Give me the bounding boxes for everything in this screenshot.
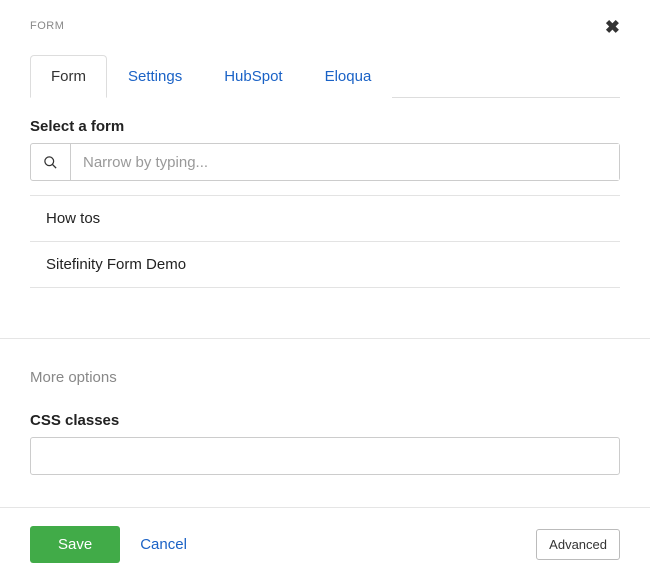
css-classes-input[interactable] xyxy=(30,437,620,475)
dialog-title: FORM xyxy=(30,20,64,32)
tab-eloqua[interactable]: Eloqua xyxy=(304,55,393,98)
close-icon[interactable]: ✖ xyxy=(605,18,620,36)
tabs: Form Settings HubSpot Eloqua xyxy=(30,54,620,98)
css-classes-label: CSS classes xyxy=(30,412,620,429)
form-list: How tos Sitefinity Form Demo xyxy=(30,195,620,288)
list-item[interactable]: Sitefinity Form Demo xyxy=(30,241,620,288)
more-options-section: More options CSS classes xyxy=(30,339,620,475)
more-options-label: More options xyxy=(30,369,620,386)
save-button[interactable]: Save xyxy=(30,526,120,563)
advanced-button[interactable]: Advanced xyxy=(536,529,620,560)
dialog-header: FORM ✖ xyxy=(30,20,620,36)
search-wrap xyxy=(30,143,620,181)
tab-form[interactable]: Form xyxy=(30,55,107,98)
list-item[interactable]: How tos xyxy=(30,195,620,241)
dialog-footer: Save Cancel Advanced xyxy=(0,507,650,581)
search-icon xyxy=(31,144,71,180)
cancel-button[interactable]: Cancel xyxy=(140,536,187,553)
tab-hubspot[interactable]: HubSpot xyxy=(203,55,303,98)
widget-designer-dialog: FORM ✖ Form Settings HubSpot Eloqua Sele… xyxy=(0,0,650,475)
search-input[interactable] xyxy=(71,144,619,180)
select-form-label: Select a form xyxy=(30,118,620,135)
tab-settings[interactable]: Settings xyxy=(107,55,203,98)
